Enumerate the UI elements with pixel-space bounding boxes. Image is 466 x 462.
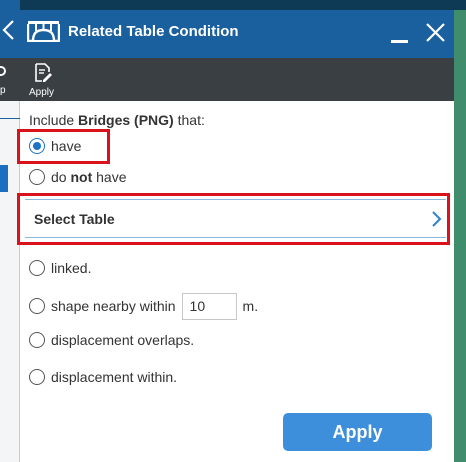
- select-table-button[interactable]: Select Table: [25, 199, 446, 238]
- radio-button[interactable]: [29, 369, 45, 385]
- apply-button[interactable]: Apply: [283, 413, 432, 451]
- radio-do-not-have[interactable]: do not have: [29, 166, 126, 188]
- close-icon: [426, 23, 445, 42]
- distance-input[interactable]: [181, 292, 237, 320]
- radio-shape-nearby[interactable]: shape nearby within m.: [29, 292, 258, 320]
- chevron-right-icon: [432, 211, 442, 227]
- toolbar-apply-button[interactable]: Apply: [26, 60, 66, 100]
- minimize-icon: [391, 40, 408, 43]
- background-header: [0, 0, 20, 58]
- select-table-label: Select Table: [34, 211, 115, 227]
- toolbar-apply-label: Apply: [29, 87, 55, 98]
- radio-displacement-within[interactable]: displacement within.: [29, 366, 177, 388]
- radio-displacement-within-label: displacement within.: [51, 369, 178, 385]
- radio-shape-nearby-label: shape nearby within: [51, 298, 176, 314]
- background-tool-label: p: [0, 85, 6, 96]
- include-description: Include Bridges (PNG) that:: [29, 112, 205, 128]
- background-selected-item[interactable]: [0, 165, 8, 192]
- radio-do-not-have-label: do not have: [51, 169, 127, 185]
- radio-button[interactable]: [29, 169, 45, 185]
- radio-button[interactable]: [29, 260, 45, 276]
- radio-linked[interactable]: linked.: [29, 257, 91, 279]
- distance-unit: m.: [242, 298, 259, 314]
- condition-form: Include Bridges (PNG) that: have do not …: [17, 101, 454, 462]
- bridge-icon: [27, 21, 60, 42]
- window-title: Related Table Condition: [68, 23, 239, 40]
- minimize-button[interactable]: [386, 16, 412, 46]
- radio-linked-label: linked.: [51, 260, 92, 276]
- radio-button[interactable]: [29, 332, 45, 348]
- radio-displacement-overlaps[interactable]: displacement overlaps.: [29, 329, 194, 351]
- background-divider: [0, 118, 20, 119]
- radio-button[interactable]: [29, 298, 45, 314]
- toolbar: Apply: [20, 58, 454, 101]
- related-table-condition-panel: Related Table Condition Apply Include Br…: [17, 0, 454, 462]
- radio-displacement-overlaps-label: displacement overlaps.: [51, 332, 195, 348]
- close-button[interactable]: [422, 16, 448, 46]
- edit-document-icon: [35, 63, 52, 82]
- radio-have-label: have: [51, 138, 82, 154]
- include-prefix: Include: [29, 112, 79, 128]
- background-toolbar: p: [0, 58, 20, 101]
- title-bar: Related Table Condition: [20, 0, 454, 58]
- background-tool-icon: [0, 66, 6, 76]
- layer-name: Bridges (PNG): [78, 112, 174, 128]
- include-suffix: that:: [173, 112, 205, 128]
- chevron-left-icon[interactable]: [1, 18, 15, 42]
- radio-button-checked[interactable]: [29, 138, 45, 154]
- background-map: [454, 0, 466, 462]
- radio-have[interactable]: have: [29, 135, 81, 157]
- background-map-header: [454, 0, 466, 10]
